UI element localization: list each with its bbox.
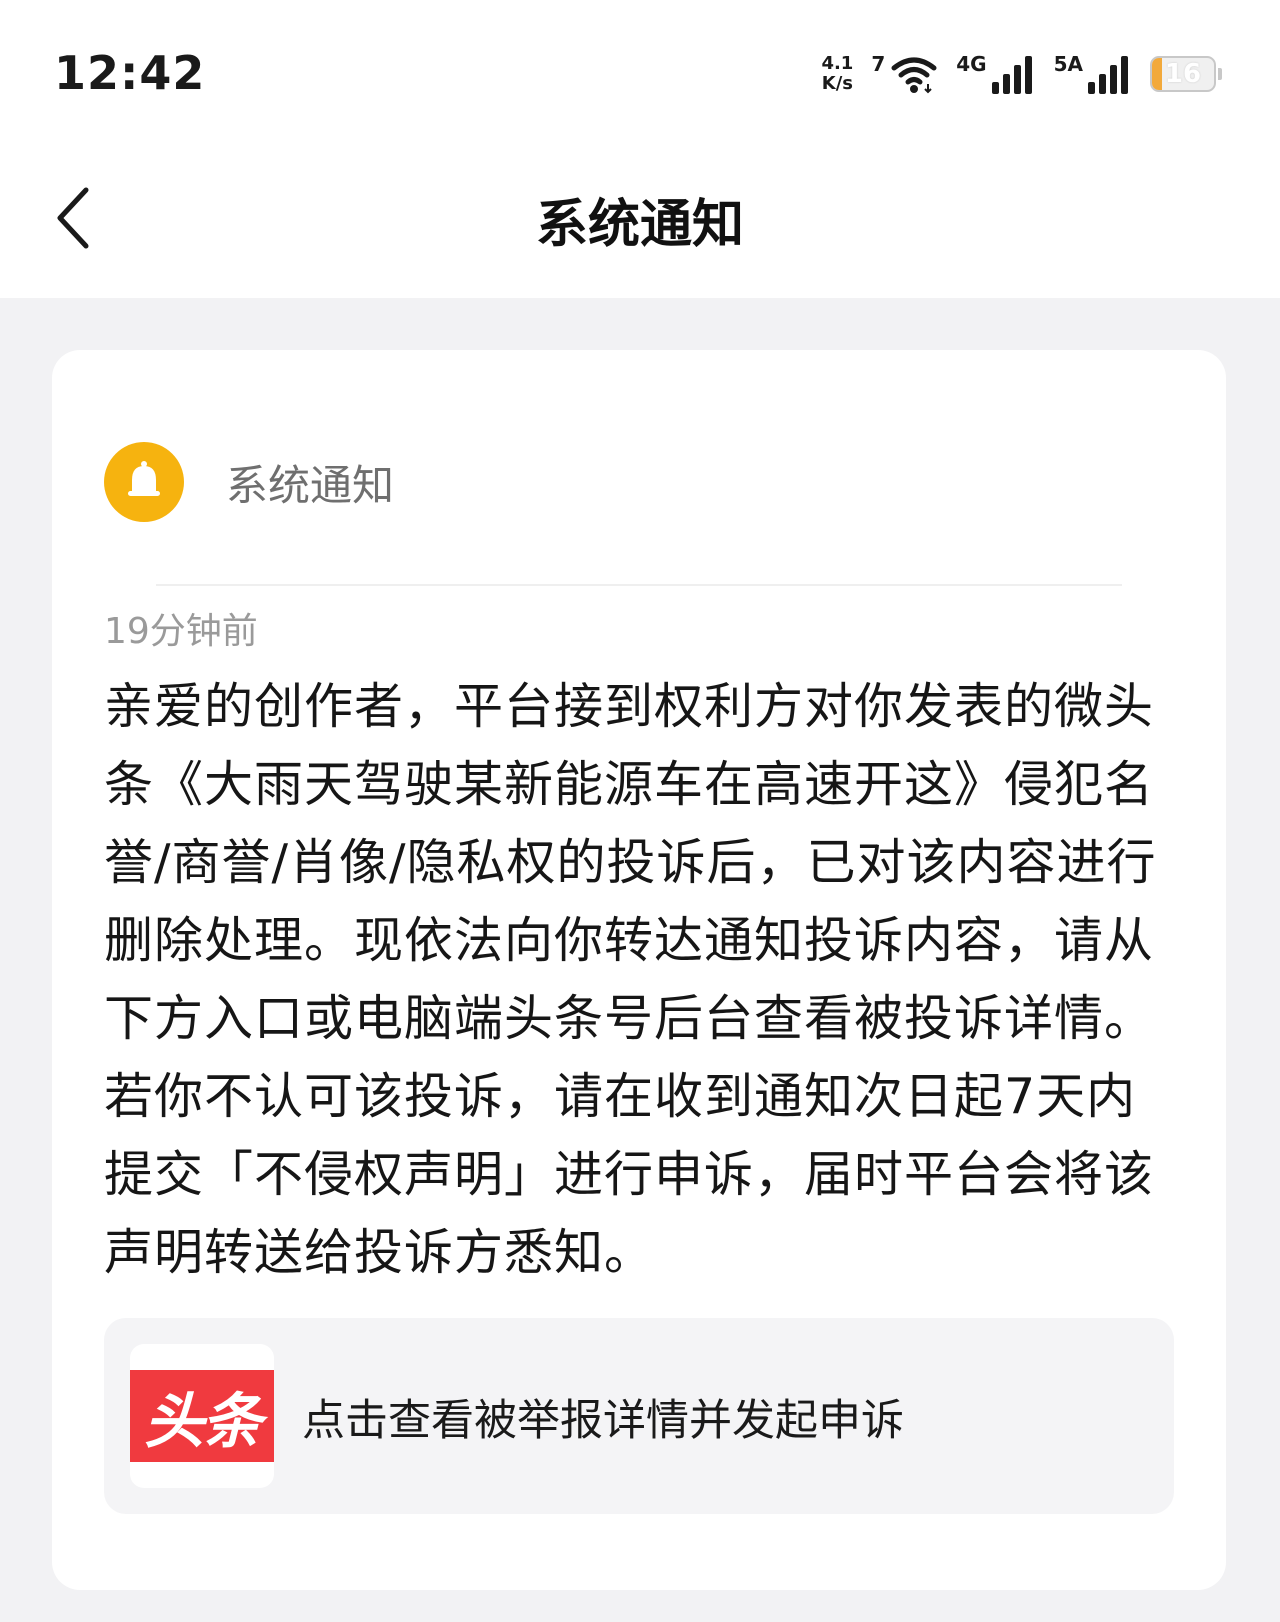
signal-bars-icon (1088, 56, 1128, 94)
status-icons: 4.1 K/s 7 4G 5A 16 (821, 50, 1222, 98)
notification-header: 系统通知 (104, 442, 394, 522)
sim1-label: 4G (956, 52, 987, 76)
page-title: 系统通知 (535, 195, 744, 255)
wifi-status: 7 (871, 54, 938, 94)
view-details-appeal-link[interactable]: 头条 点击查看被举报详情并发起申诉 (104, 1318, 1174, 1514)
sim2-status: 5A (1054, 54, 1132, 94)
sim1-status: 4G (956, 54, 1035, 94)
wifi-icon (891, 57, 937, 94)
timestamp: 19分钟前 (104, 611, 258, 652)
battery-body: 16 (1150, 56, 1216, 92)
toutiao-logo-text: 头条 (130, 1370, 274, 1462)
notification-card: 系统通知 19分钟前 亲爱的创作者，平台接到权利方对你发表的微头条《大雨天驾驶某… (52, 350, 1226, 1590)
message-body: 亲爱的创作者，平台接到权利方对你发表的微头条《大雨天驾驶某新能源车在高速开这》侵… (104, 678, 1157, 1281)
sim2-label: 5A (1053, 52, 1083, 76)
sender-name: 系统通知 (226, 460, 395, 510)
status-bar: 12:42 4.1 K/s 7 4G 5A 16 (0, 0, 1280, 150)
wifi-label: 7 (871, 52, 886, 76)
status-time: 12:42 (54, 46, 206, 100)
network-speed: 4.1 K/s (821, 54, 853, 94)
signal-bars-icon (991, 56, 1032, 94)
toutiao-logo: 头条 (130, 1344, 274, 1488)
battery-icon: 16 (1150, 56, 1222, 92)
network-speed-unit: K/s (821, 73, 853, 94)
nav-bar: 系统通知 (0, 150, 1280, 298)
divider (156, 584, 1122, 586)
bell-icon (128, 461, 160, 496)
battery-cap (1218, 68, 1222, 80)
view-details-appeal-label: 点击查看被举报详情并发起申诉 (302, 1396, 904, 1446)
network-speed-value: 4.1 (821, 53, 854, 74)
battery-level: 16 (1164, 59, 1202, 89)
avatar (104, 442, 184, 522)
